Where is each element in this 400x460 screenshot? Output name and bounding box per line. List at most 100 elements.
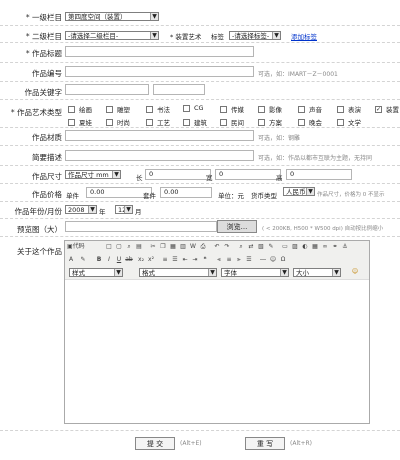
paste-icon[interactable]: ▦ xyxy=(169,243,177,251)
type-checkbox[interactable]: 传媒 xyxy=(220,104,244,114)
subscript-icon[interactable]: x₂ xyxy=(137,256,145,264)
reset-button[interactable]: 重 写 xyxy=(245,437,285,450)
type-checkbox[interactable]: 表演 xyxy=(337,104,361,114)
checkbox-icon[interactable] xyxy=(106,118,113,126)
tag-select[interactable]: -请选择标签- ▼ xyxy=(229,31,281,40)
size-unit-select[interactable]: 作品尺寸 mm ▼ xyxy=(65,170,121,179)
anchor-icon[interactable]: ⚓ xyxy=(341,243,349,251)
format-select[interactable]: 格式 ▼ xyxy=(139,268,217,277)
level1-select[interactable]: 第四度空间（装置） ▼ xyxy=(65,12,159,21)
replace-icon[interactable]: ⇄ xyxy=(247,243,255,251)
type-checkbox[interactable]: 影像 xyxy=(258,104,282,114)
length-input[interactable]: 0 xyxy=(145,169,211,180)
checkbox-icon[interactable] xyxy=(258,105,265,113)
width-input[interactable]: 0 xyxy=(215,169,281,180)
indent-icon[interactable]: ⇥ xyxy=(191,256,199,264)
add-tag-link[interactable]: 添加标签 xyxy=(291,31,317,41)
type-checkbox[interactable]: 雕塑 xyxy=(106,104,130,114)
keywords-input-1[interactable] xyxy=(65,84,149,95)
type-checkbox[interactable]: 夏娃 xyxy=(68,117,92,127)
text-color-icon[interactable]: A xyxy=(67,256,75,264)
table-icon[interactable]: ▦ xyxy=(311,243,319,251)
redo-icon[interactable]: ↷ xyxy=(223,243,231,251)
checkbox-icon[interactable] xyxy=(220,118,227,126)
print-icon[interactable]: ⎙ xyxy=(199,243,207,251)
type-checkbox[interactable]: 时尚 xyxy=(106,117,130,127)
checkbox-icon[interactable] xyxy=(337,118,344,126)
type-checkbox[interactable]: 工艺 xyxy=(146,117,170,127)
checkbox-icon[interactable] xyxy=(68,105,75,113)
save-icon[interactable]: □ xyxy=(105,243,113,251)
find-icon[interactable]: ⌕ xyxy=(237,243,245,251)
outdent-icon[interactable]: ⇤ xyxy=(181,256,189,264)
month-select[interactable]: 12 ▼ xyxy=(115,205,133,214)
style-select[interactable]: 样式 ▼ xyxy=(69,268,123,277)
unordered-list-icon[interactable]: ☰ xyxy=(171,256,179,264)
undo-icon[interactable]: ↶ xyxy=(213,243,221,251)
select-all-icon[interactable]: ▧ xyxy=(257,243,265,251)
bold-icon[interactable]: B xyxy=(95,256,103,264)
paste-word-icon[interactable]: W xyxy=(189,243,197,251)
keywords-input-2[interactable] xyxy=(153,84,205,95)
link-icon[interactable]: ∞ xyxy=(321,243,329,251)
new-page-icon[interactable]: ▢ xyxy=(115,243,123,251)
cut-icon[interactable]: ✂ xyxy=(149,243,157,251)
type-checkbox[interactable]: 绘画 xyxy=(68,104,92,114)
level2-select[interactable]: -请选择二级栏目- ▼ xyxy=(65,31,159,40)
superscript-icon[interactable]: x² xyxy=(147,256,155,264)
italic-icon[interactable]: I xyxy=(105,256,113,264)
align-right-icon[interactable]: ⫸ xyxy=(235,256,243,264)
height-input[interactable]: 0 xyxy=(286,169,352,180)
copy-icon[interactable]: ❐ xyxy=(159,243,167,251)
template-icon[interactable]: ▤ xyxy=(135,243,143,251)
flash-icon[interactable]: ◐ xyxy=(301,243,309,251)
checkbox-icon[interactable] xyxy=(258,118,265,126)
checkbox-icon[interactable] xyxy=(337,105,344,113)
ordered-list-icon[interactable]: ≡ xyxy=(161,256,169,264)
checkbox-icon[interactable] xyxy=(183,118,190,126)
year-select[interactable]: 2008 ▼ xyxy=(65,205,97,214)
checkbox-icon[interactable] xyxy=(183,104,190,112)
unlink-icon[interactable]: ⚭ xyxy=(331,243,339,251)
preview-file-input[interactable] xyxy=(65,221,217,232)
type-checkbox[interactable]: 方案 xyxy=(258,117,282,127)
type-checkbox[interactable]: 民间 xyxy=(220,117,244,127)
type-checkbox[interactable]: 文学 xyxy=(337,117,361,127)
type-checkbox[interactable]: 书法 xyxy=(146,104,170,114)
submit-button[interactable]: 提 交 xyxy=(135,437,175,450)
justify-icon[interactable]: ☰ xyxy=(245,256,253,264)
code-input[interactable] xyxy=(65,66,254,77)
strike-icon[interactable]: ab xyxy=(125,256,133,264)
align-center-icon[interactable]: ≡ xyxy=(225,256,233,264)
checkbox-icon[interactable] xyxy=(298,105,305,113)
type-checkbox[interactable]: 建筑 xyxy=(183,117,207,127)
material-input[interactable] xyxy=(65,130,254,141)
type-checkbox[interactable]: ✓ 装置 xyxy=(375,104,399,114)
checkbox-icon[interactable] xyxy=(220,105,227,113)
editor-content-area[interactable] xyxy=(65,280,369,423)
checkbox-icon[interactable] xyxy=(146,118,153,126)
title-input[interactable] xyxy=(65,46,254,57)
checkbox-icon[interactable] xyxy=(298,118,305,126)
checkbox-icon[interactable] xyxy=(68,118,75,126)
set-price-input[interactable]: 0.00 xyxy=(160,187,212,198)
currency-select[interactable]: 人民币 ▼ xyxy=(283,187,315,196)
type-checkbox[interactable]: 声音 xyxy=(298,104,322,114)
align-left-icon[interactable]: ⫷ xyxy=(215,256,223,264)
bg-color-icon[interactable]: ✎ xyxy=(79,256,87,264)
underline-icon[interactable]: U xyxy=(115,256,123,264)
remove-format-icon[interactable]: ✎ xyxy=(267,243,275,251)
emoji-icon[interactable]: ☺ xyxy=(351,268,359,276)
preview-icon[interactable]: ⌕ xyxy=(125,243,133,251)
checked-box-icon[interactable]: ✓ xyxy=(375,105,382,113)
checkbox-icon[interactable] xyxy=(106,105,113,113)
checkbox-icon[interactable] xyxy=(146,105,153,113)
source-button[interactable]: ▣代码 xyxy=(67,243,97,251)
brief-input[interactable] xyxy=(65,150,254,161)
type-checkbox[interactable]: 晚会 xyxy=(298,117,322,127)
browse-button[interactable]: 浏览... xyxy=(217,220,257,233)
size-select[interactable]: 大小 ▼ xyxy=(293,268,341,277)
rule-icon[interactable]: ― xyxy=(259,256,267,264)
form-icon[interactable]: ▭ xyxy=(281,243,289,251)
type-checkbox[interactable]: CG xyxy=(183,104,204,112)
